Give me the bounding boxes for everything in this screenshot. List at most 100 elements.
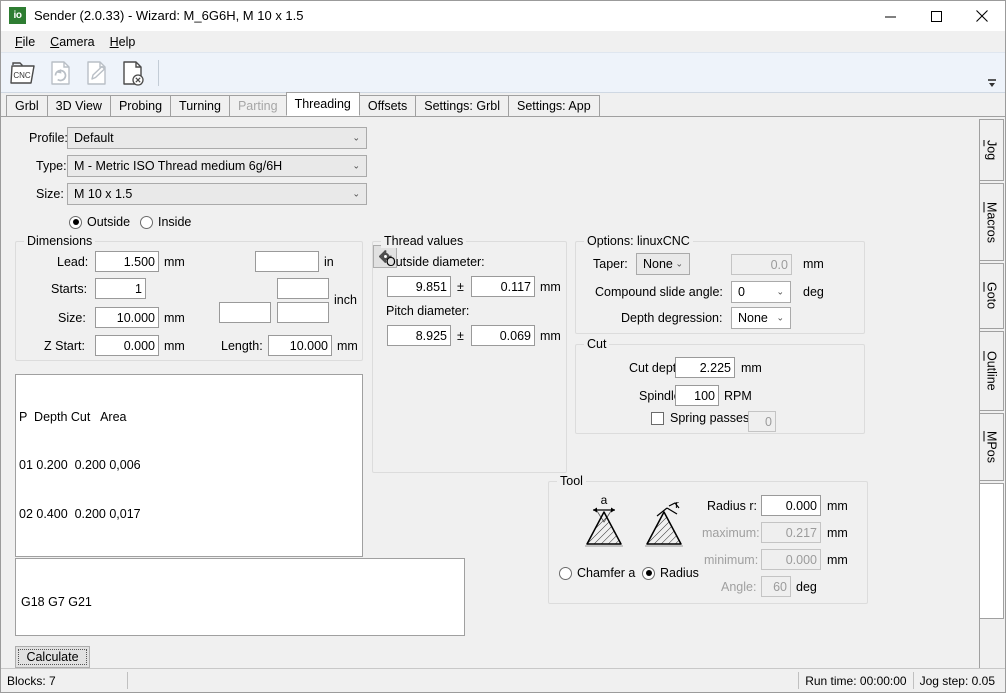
side-tab-outline[interactable]: Outline: [980, 331, 1004, 411]
taper-select[interactable]: None ⌄: [636, 253, 690, 275]
taper-unit: mm: [803, 257, 824, 271]
toolbar-separator: [158, 59, 159, 86]
tab-parting: Parting: [228, 95, 287, 116]
tab-offsets[interactable]: Offsets: [358, 95, 417, 116]
radius-r-input[interactable]: 0.000: [761, 495, 821, 516]
size-dim-unit: mm: [164, 311, 185, 325]
side-tab-goto[interactable]: Goto: [980, 263, 1004, 329]
inch-denominator-input[interactable]: [277, 302, 329, 323]
menu-camera[interactable]: Camera: [44, 33, 103, 51]
passes-list-header: P Depth Cut Area: [19, 410, 127, 425]
radio-inside-label: Inside: [158, 215, 192, 229]
side-tab-jog[interactable]: Jog: [980, 119, 1004, 181]
toolbar: CNC: [1, 52, 1005, 93]
compound-slide-angle-label: Compound slide angle:: [595, 285, 723, 299]
tab-threading[interactable]: Threading: [285, 92, 360, 116]
toolbar-overflow-chevron-down-icon[interactable]: [985, 75, 999, 89]
status-run-time: Run time: 00:00:00: [805, 673, 907, 688]
minimize-button[interactable]: [867, 1, 913, 31]
radius-r-unit: mm: [827, 499, 848, 513]
pitch-diameter-input[interactable]: 8.925: [387, 325, 451, 346]
open-cnc-file-button[interactable]: CNC: [8, 56, 42, 90]
radio-radius-dot: [642, 566, 655, 580]
pitch-diameter-label: Pitch diameter:: [386, 304, 470, 318]
side-tab-filler: [980, 483, 1004, 619]
radio-radius[interactable]: Radius: [642, 566, 699, 580]
spring-passes-checkbox[interactable]: [651, 411, 664, 425]
taper-amount-input: 0.0: [731, 254, 792, 275]
z-start-input[interactable]: 0.000: [95, 335, 159, 356]
thread-values-group-title: Thread values: [381, 234, 467, 248]
starts-label: Starts:: [51, 282, 88, 296]
tab-settings-app[interactable]: Settings: App: [507, 95, 600, 116]
close-file-button[interactable]: [116, 56, 150, 90]
inch-fraction-unit: inch: [334, 293, 357, 307]
minimum-label: minimum:: [704, 553, 759, 567]
svg-text:CNC: CNC: [13, 71, 31, 80]
tab-turning[interactable]: Turning: [170, 95, 230, 116]
options-group-title: Options: linuxCNC: [584, 234, 693, 248]
z-start-label: Z Start:: [44, 339, 85, 353]
spindle-input[interactable]: 100: [675, 385, 719, 406]
radio-inside[interactable]: Inside: [140, 215, 191, 229]
tab-3d-view[interactable]: 3D View: [46, 95, 111, 116]
tab-settings-grbl[interactable]: Settings: Grbl: [415, 95, 509, 116]
radio-chamfer[interactable]: Chamfer a: [559, 566, 635, 580]
lead-inch-input[interactable]: [255, 251, 319, 272]
depth-degression-select[interactable]: None ⌄: [731, 307, 791, 329]
passes-list[interactable]: P Depth Cut Area 01 0.200 0.200 0,006 02…: [15, 374, 363, 557]
menu-help[interactable]: Help: [104, 33, 145, 51]
menu-help-label-rest: elp: [118, 34, 136, 49]
starts-input[interactable]: 1: [95, 278, 146, 299]
side-tab-macros[interactable]: Macros: [980, 183, 1004, 261]
menu-file[interactable]: File: [9, 33, 44, 51]
pitch-diameter-plusminus: ±: [457, 329, 464, 343]
calculate-button-focus-ring: [18, 649, 87, 665]
cut-depth-input[interactable]: 2.225: [675, 357, 735, 378]
reload-file-button[interactable]: [44, 56, 78, 90]
title-bar: io Sender (2.0.33) - Wizard: M_6G6H, M 1…: [1, 1, 1005, 31]
chevron-down-icon: ⌄: [675, 258, 683, 269]
main-tab-strip: Grbl 3D View Probing Turning Parting Thr…: [1, 92, 1005, 117]
spring-passes-checkbox-row[interactable]: Spring passes:: [651, 411, 753, 425]
side-tab-mpos[interactable]: MPos: [980, 413, 1004, 481]
outside-diameter-input[interactable]: 9.851: [387, 276, 451, 297]
inch-numerator-input[interactable]: [277, 278, 329, 299]
chevron-down-icon: ⌄: [352, 188, 360, 199]
radio-radius-label: Radius: [660, 566, 699, 580]
gcode-textarea[interactable]: G18 G7 G21 M3S100 G4P1 G0 X10.351 G0 Z0.…: [15, 558, 465, 636]
compound-slide-angle-select[interactable]: 0 ⌄: [731, 281, 791, 303]
radio-outside-label: Outside: [87, 215, 131, 229]
radius-tool-diagram: r: [633, 494, 695, 559]
close-button[interactable]: [959, 1, 1005, 31]
status-jog-step: Jog step: 0.05: [919, 673, 995, 688]
cut-group-title: Cut: [584, 337, 610, 351]
type-select-value: M - Metric ISO Thread medium 6g/6H: [74, 159, 283, 173]
inch-whole-input[interactable]: [219, 302, 271, 323]
size-dim-input[interactable]: 10.000: [95, 307, 159, 328]
length-input[interactable]: 10.000: [268, 335, 332, 356]
pitch-diameter-tolerance-input[interactable]: 0.069: [471, 325, 535, 346]
calculate-button[interactable]: Calculate: [15, 646, 90, 668]
tab-grbl[interactable]: Grbl: [6, 95, 48, 116]
lead-input[interactable]: 1.500: [95, 251, 159, 272]
size-select[interactable]: M 10 x 1.5 ⌄: [67, 183, 367, 205]
maximum-label: maximum:: [702, 526, 760, 540]
type-select[interactable]: M - Metric ISO Thread medium 6g/6H ⌄: [67, 155, 367, 177]
outside-diameter-tolerance-input[interactable]: 0.117: [471, 276, 535, 297]
angle-input: 60: [761, 576, 791, 597]
side-tab-strip: Jog Macros Goto Outline MPos: [979, 119, 1005, 669]
edit-file-button[interactable]: [80, 56, 114, 90]
radius-r-label: Radius r:: [707, 499, 758, 513]
chevron-down-icon: ⌄: [352, 132, 360, 143]
passes-list-row: 02 0.400 0.200 0,017: [19, 506, 141, 521]
pitch-diameter-unit: mm: [540, 329, 561, 343]
size-select-value: M 10 x 1.5: [74, 187, 133, 201]
menu-bar: File Camera Help: [1, 31, 1005, 52]
profile-select[interactable]: Default ⌄: [67, 127, 367, 149]
taper-select-value: None: [643, 257, 673, 271]
tab-probing[interactable]: Probing: [109, 95, 172, 116]
radio-outside[interactable]: Outside: [69, 215, 130, 229]
maximize-button[interactable]: [913, 1, 959, 31]
angle-label: Angle:: [721, 580, 757, 594]
